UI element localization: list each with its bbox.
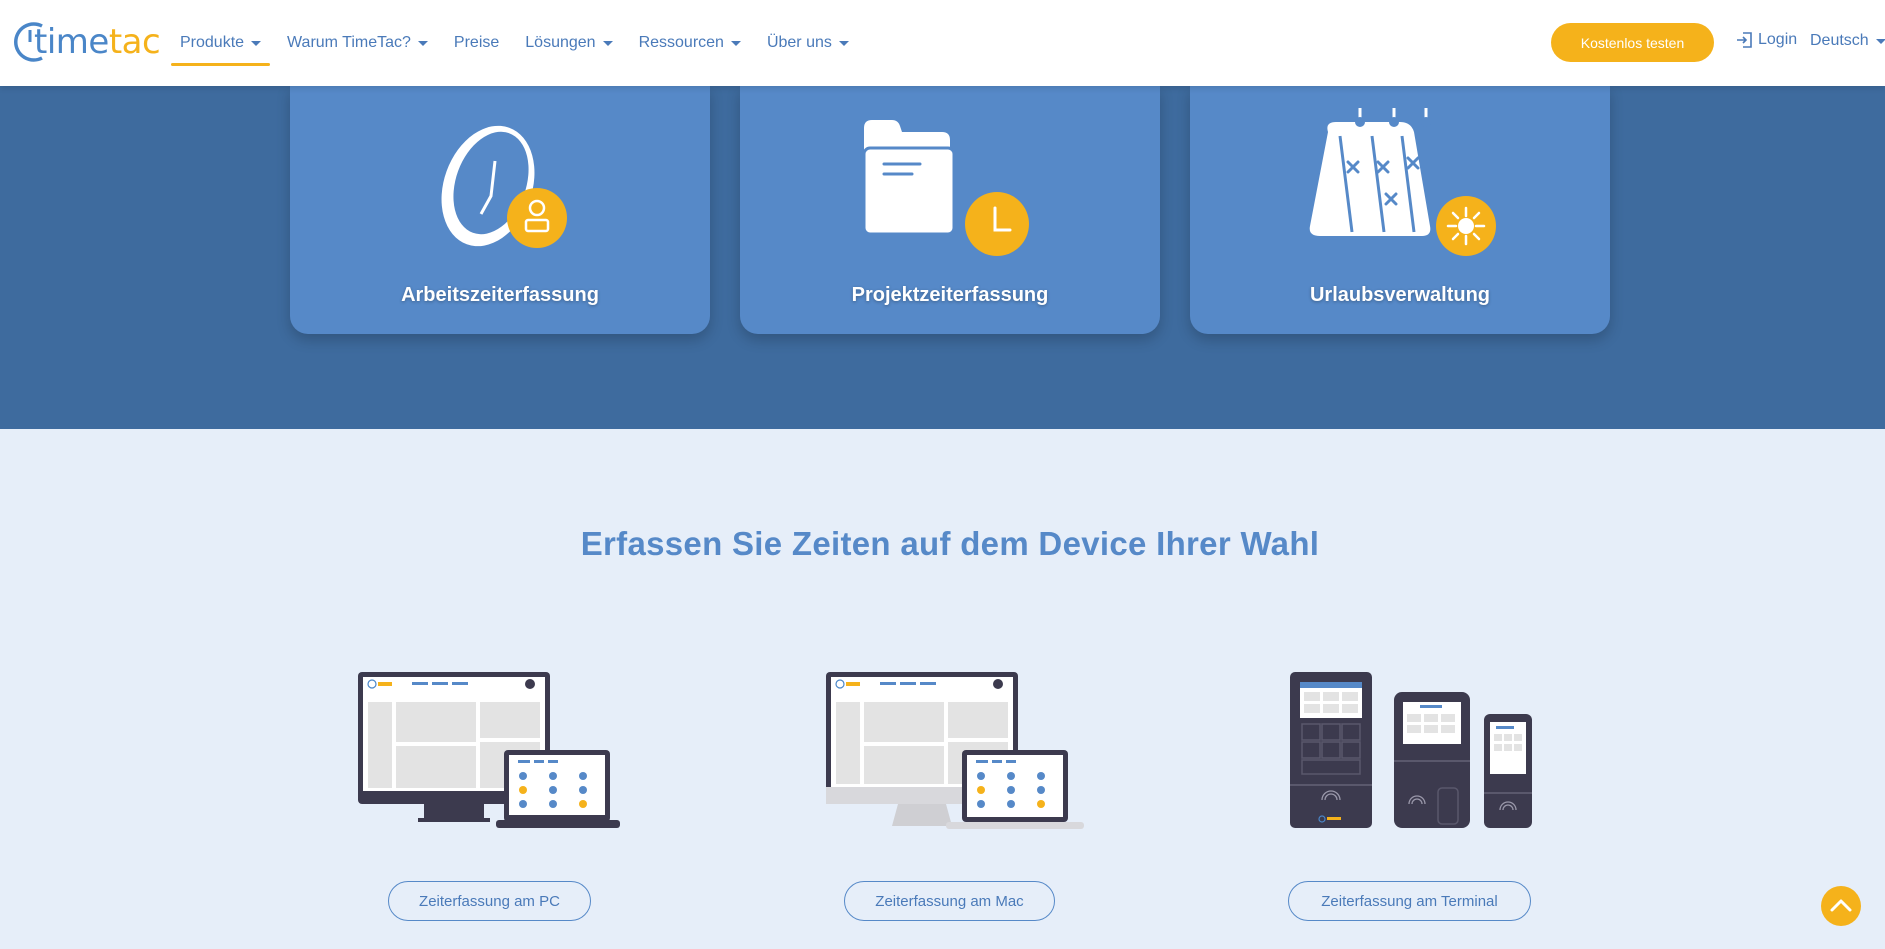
timetac-logo[interactable]: timetac <box>12 18 161 68</box>
devices-headline: Erfassen Sie Zeiten auf dem Device Ihrer… <box>580 525 1320 562</box>
terminal-tracking-button[interactable]: Zeiterfassung am Terminal <box>1288 881 1531 921</box>
nav-item-loesungen[interactable]: Lösungen <box>525 0 613 86</box>
top-navbar: timetac Produkte Warum TimeTac? Preise L… <box>0 0 1885 86</box>
logo-wordmark: timetac <box>34 22 161 62</box>
chevron-down-icon <box>838 40 849 46</box>
pc-tracking-button[interactable]: Zeiterfassung am PC <box>388 881 591 921</box>
product-hero-section: Arbeitszeiterfassung Projektzeiterfassun… <box>0 86 1885 429</box>
product-card-projektzeiterfassung[interactable]: Projektzeiterfassung <box>740 86 1160 334</box>
clock-user-icon <box>441 125 567 248</box>
chevron-down-icon <box>417 40 428 46</box>
pc-devices-illustration <box>358 672 620 828</box>
login-icon <box>1737 32 1752 48</box>
chevron-down-icon <box>251 40 262 46</box>
mac-devices-illustration <box>826 672 1084 829</box>
mac-tracking-button[interactable]: Zeiterfassung am Mac <box>844 881 1055 921</box>
card-label: Urlaubsverwaltung <box>1309 284 1491 306</box>
nav-item-preise[interactable]: Preise <box>454 0 499 86</box>
login-link[interactable]: Login <box>1736 31 1797 49</box>
scroll-to-top-button[interactable] <box>1821 886 1861 926</box>
main-menu: Produkte Warum TimeTac? Preise Lösungen … <box>170 0 875 86</box>
calendar-sun-icon <box>1309 108 1496 256</box>
chevron-down-icon <box>1875 38 1885 44</box>
card-label: Arbeitszeiterfassung <box>401 284 599 306</box>
card-label: Projektzeiterfassung <box>851 284 1049 306</box>
language-selector[interactable]: Deutsch <box>1810 32 1885 50</box>
nav-item-ueber-uns[interactable]: Über uns <box>767 0 849 86</box>
nav-item-ressourcen[interactable]: Ressourcen <box>639 0 741 86</box>
terminal-devices-illustration <box>1290 672 1532 828</box>
nav-item-warum-timetac[interactable]: Warum TimeTac? <box>287 0 428 86</box>
chevron-down-icon <box>602 40 613 46</box>
free-trial-button[interactable]: Kostenlos testen <box>1551 23 1714 62</box>
nav-item-produkte[interactable]: Produkte <box>170 0 271 86</box>
product-card-arbeitszeiterfassung[interactable]: Arbeitszeiterfassung <box>290 86 710 334</box>
folder-clock-icon <box>862 120 1029 256</box>
chevron-down-icon <box>730 40 741 46</box>
chevron-up-icon <box>1830 899 1852 912</box>
product-card-urlaubsverwaltung[interactable]: Urlaubsverwaltung <box>1190 86 1610 334</box>
